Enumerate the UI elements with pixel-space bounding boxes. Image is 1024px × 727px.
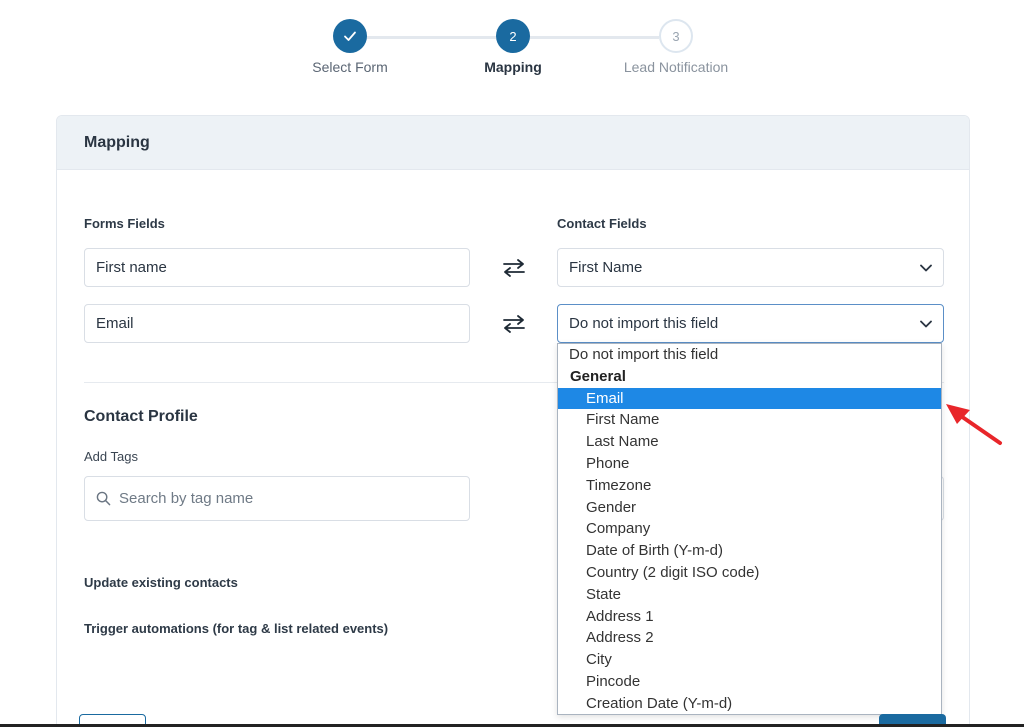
dropdown-option[interactable]: State xyxy=(558,584,941,606)
contact-field-select-open[interactable]: Do not import this field xyxy=(557,304,944,343)
swap-arrows-icon xyxy=(503,315,525,333)
check-icon xyxy=(344,31,356,41)
add-tags-label: Add Tags xyxy=(84,449,138,464)
progress-stepper: Select Form 2 Mapping 3 Lead Notificatio… xyxy=(0,0,1024,100)
update-existing-label: Update existing contacts xyxy=(84,575,238,590)
dropdown-option[interactable]: Creation Date (Y-m-d) xyxy=(558,693,941,714)
step-1-label: Select Form xyxy=(312,59,388,75)
dropdown-option[interactable]: City xyxy=(558,649,941,671)
form-field-input[interactable]: First name xyxy=(84,248,470,287)
dropdown-option[interactable]: Phone xyxy=(558,453,941,475)
forms-fields-label: Forms Fields xyxy=(84,216,165,231)
swap-arrows-icon xyxy=(503,259,525,277)
trigger-automations-label: Trigger automations (for tag & list rela… xyxy=(84,621,389,636)
card-title: Mapping xyxy=(57,116,969,170)
step-2-label: Mapping xyxy=(484,59,542,75)
dropdown-option-selected[interactable]: Email xyxy=(558,387,941,410)
contact-field-value: Do not import this field xyxy=(569,315,719,332)
dropdown-option[interactable]: Address 2 xyxy=(558,627,941,649)
contact-field-dropdown[interactable]: Do not import this field General Email F… xyxy=(557,343,942,715)
step-connector xyxy=(366,36,496,39)
contact-field-select[interactable]: First Name xyxy=(557,248,944,287)
dropdown-option[interactable]: First Name xyxy=(558,409,941,431)
form-field-input[interactable]: Email xyxy=(84,304,470,343)
dropdown-option[interactable]: Gender xyxy=(558,497,941,519)
dropdown-option[interactable]: Timezone xyxy=(558,475,941,497)
contact-fields-label: Contact Fields xyxy=(557,216,647,231)
dropdown-option-none[interactable]: Do not import this field xyxy=(558,344,941,366)
tag-search-input[interactable]: Search by tag name xyxy=(84,476,470,521)
step-2-circle[interactable]: 2 xyxy=(496,19,530,53)
dropdown-option[interactable]: Country (2 digit ISO code) xyxy=(558,562,941,584)
dropdown-option[interactable]: Address 1 xyxy=(558,606,941,628)
chevron-down-icon xyxy=(920,320,932,327)
step-connector xyxy=(529,36,659,39)
chevron-down-icon xyxy=(920,264,932,271)
contact-field-value: First Name xyxy=(569,259,643,276)
annotation-arrow-icon xyxy=(946,404,1002,445)
dropdown-option[interactable]: Date of Birth (Y-m-d) xyxy=(558,540,941,562)
step-3-circle[interactable]: 3 xyxy=(659,19,693,53)
tag-search-placeholder: Search by tag name xyxy=(119,490,254,507)
dropdown-group-general: General xyxy=(570,367,626,385)
contact-profile-heading: Contact Profile xyxy=(84,408,198,425)
step-1-circle[interactable] xyxy=(333,19,367,53)
dropdown-option[interactable]: Company xyxy=(558,518,941,540)
dropdown-option[interactable]: Last Name xyxy=(558,431,941,453)
step-3-label: Lead Notification xyxy=(623,59,729,75)
dropdown-option[interactable]: Pincode xyxy=(558,671,941,693)
search-icon xyxy=(96,491,111,506)
